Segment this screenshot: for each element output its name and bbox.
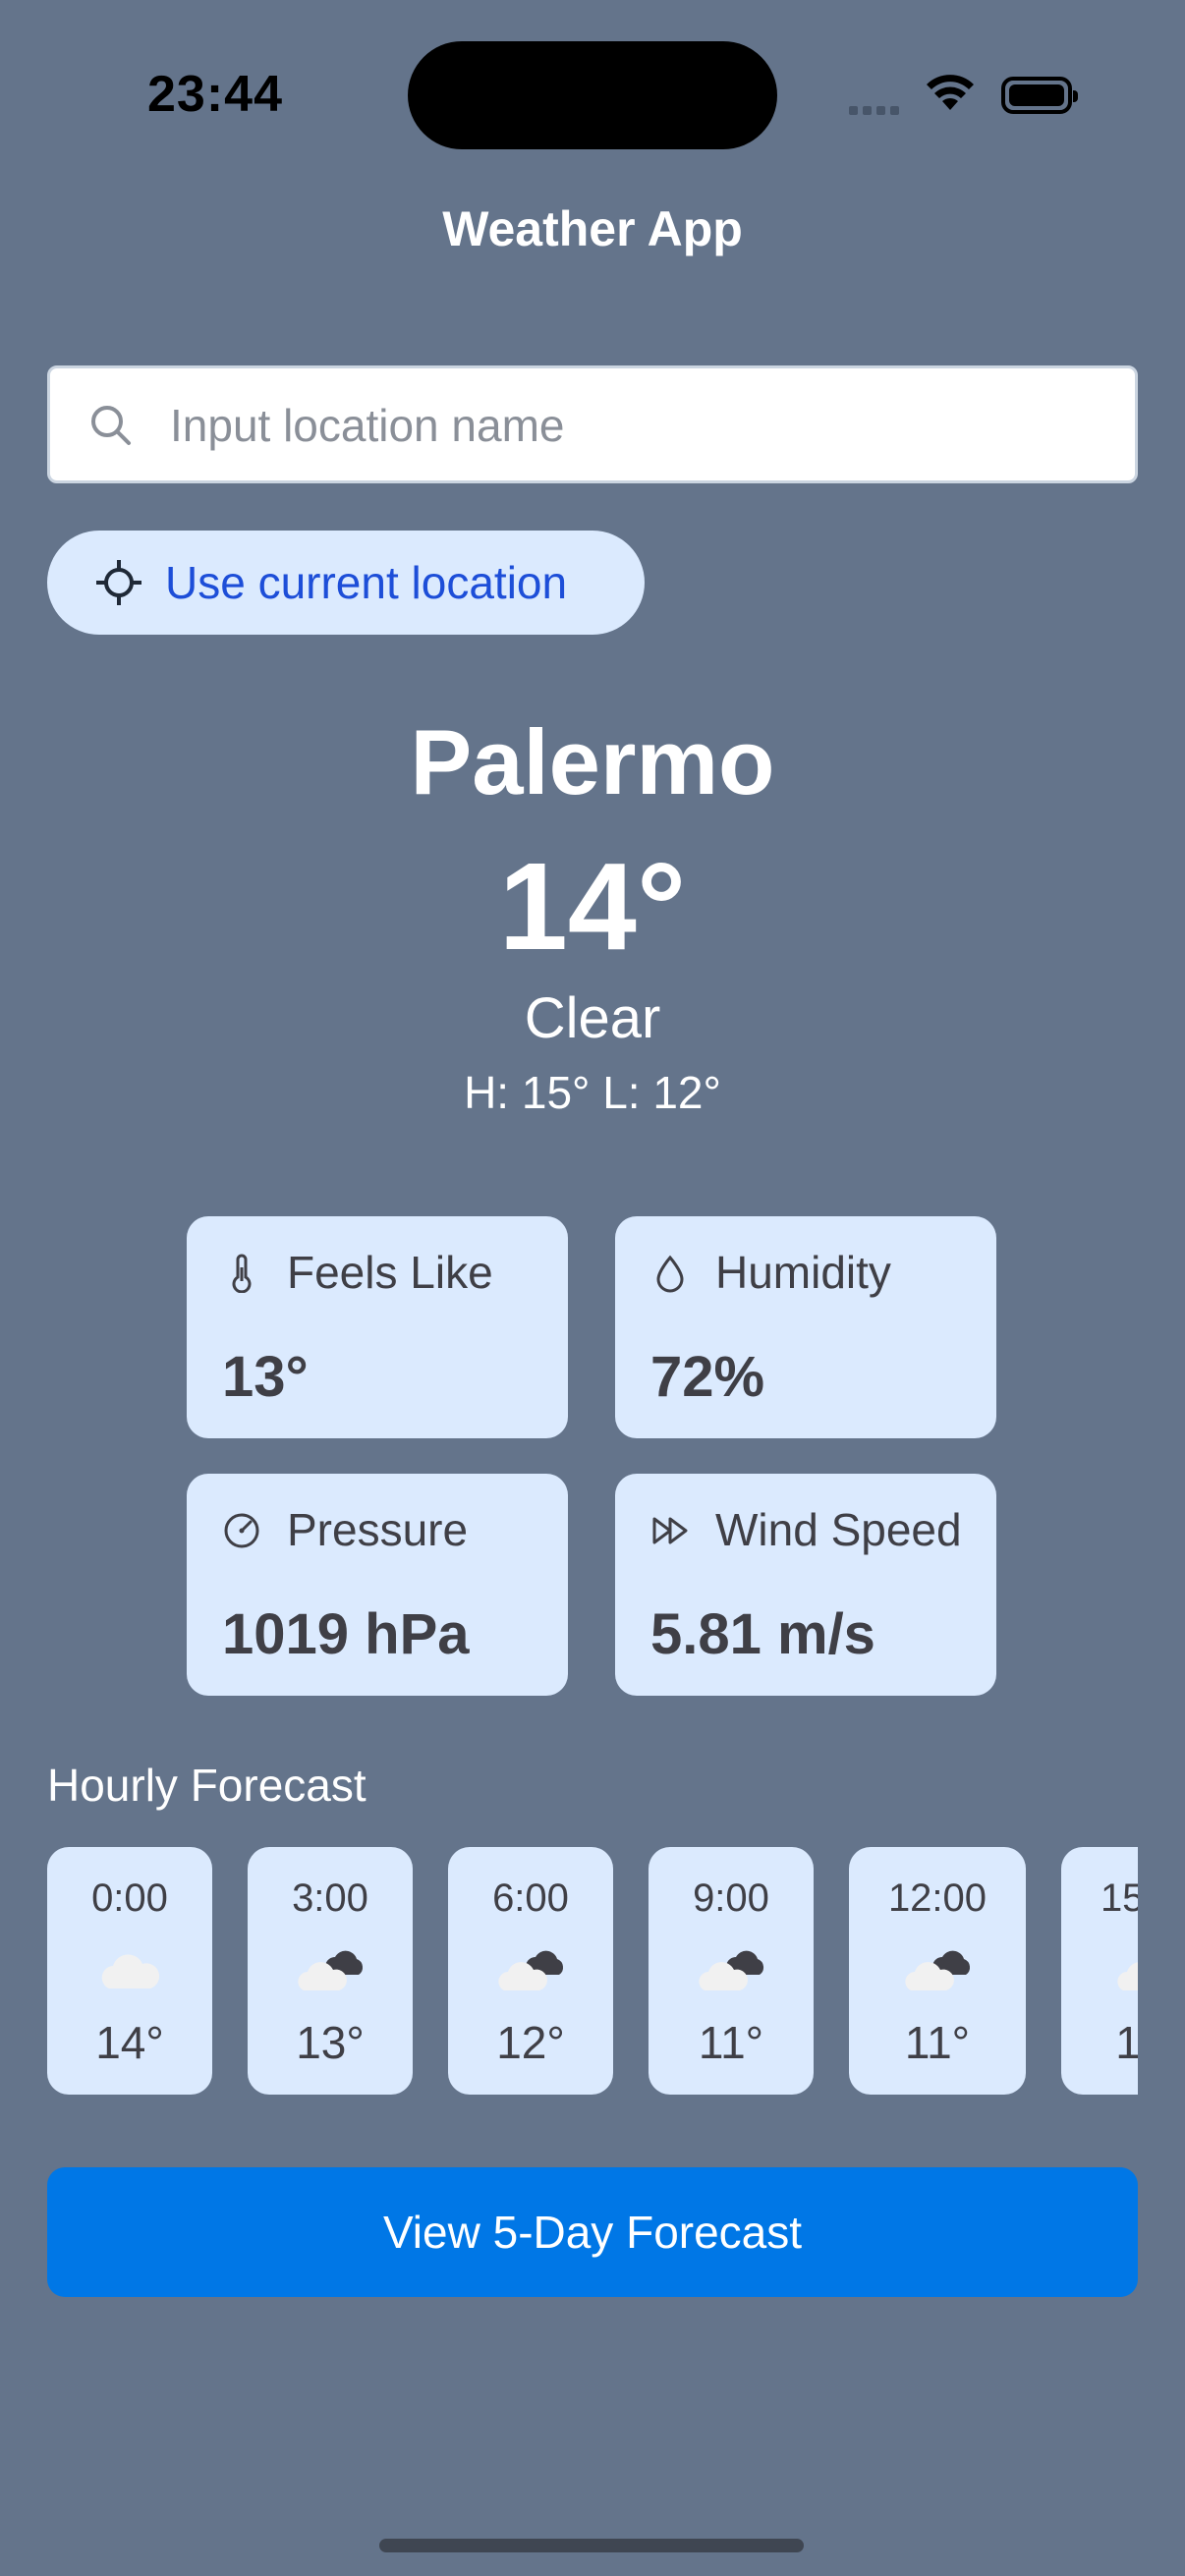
partly-cloudy-night-icon xyxy=(699,1950,764,1990)
hourly-time: 12:00 xyxy=(887,1876,988,1920)
status-time: 23:44 xyxy=(147,66,283,123)
hourly-time: 0:00 xyxy=(91,1876,168,1920)
gauge-icon xyxy=(224,1513,259,1548)
hourly-temp: 11° xyxy=(698,2017,764,2068)
cellular-signal-icon xyxy=(849,102,904,120)
hourly-item: 9:00 11° xyxy=(649,1847,814,2095)
hourly-time: 6:00 xyxy=(492,1876,569,1920)
thermometer-icon xyxy=(232,1254,252,1293)
partly-cloudy-night-icon xyxy=(498,1950,564,1990)
current-temperature: 14° xyxy=(498,837,687,976)
pressure-card: Pressure 1019 hPa xyxy=(187,1474,568,1696)
hourly-temp: 14° xyxy=(95,2017,164,2068)
feels-like-value: 13° xyxy=(222,1345,309,1409)
cloud-icon xyxy=(101,1954,160,1988)
hourly-item: 0:00 14° xyxy=(47,1847,212,2095)
hourly-temp: 11° xyxy=(904,2017,971,2068)
battery-icon xyxy=(1001,77,1078,114)
wind-speed-card: Wind Speed 5.81 m/s xyxy=(615,1474,996,1696)
search-icon xyxy=(91,406,131,445)
humidity-value: 72% xyxy=(650,1345,765,1409)
feels-like-label: Feels Like xyxy=(287,1247,493,1298)
partly-cloudy-night-icon xyxy=(1117,1962,1138,1990)
hourly-item: 12:00 11° xyxy=(849,1847,1026,2095)
use-current-location-label: Use current location xyxy=(165,557,568,608)
use-current-location-button[interactable]: Use current location xyxy=(47,531,645,635)
humidity-card: Humidity 72% xyxy=(615,1216,996,1438)
search-input[interactable] xyxy=(168,368,1115,482)
fast-forward-icon xyxy=(652,1517,688,1544)
pressure-value: 1019 hPa xyxy=(222,1602,470,1666)
hourly-temp: 13° xyxy=(1115,2017,1138,2068)
wind-speed-label: Wind Speed xyxy=(715,1504,962,1555)
humidity-label: Humidity xyxy=(715,1247,891,1298)
view-5-day-forecast-button[interactable]: View 5-Day Forecast xyxy=(47,2167,1138,2297)
weather-condition: Clear xyxy=(524,986,661,1050)
droplet-icon xyxy=(656,1255,684,1293)
city-name: Palermo xyxy=(410,710,775,813)
hourly-item: 15:00 13° xyxy=(1061,1847,1138,2095)
page-title: Weather App xyxy=(442,201,743,256)
hourly-temp: 12° xyxy=(496,2017,565,2068)
partly-cloudy-night-icon xyxy=(298,1950,364,1990)
hourly-time: 9:00 xyxy=(693,1876,769,1920)
hourly-temp: 13° xyxy=(296,2017,365,2068)
high-low-temperature: H: 15° L: 12° xyxy=(464,1067,721,1118)
partly-cloudy-night-icon xyxy=(905,1950,971,1990)
wifi-icon xyxy=(927,75,974,110)
dynamic-island xyxy=(408,41,777,149)
hourly-item: 6:00 12° xyxy=(448,1847,613,2095)
hourly-forecast-scroller[interactable]: 0:00 14° 3:00 13° 6:00 12° 9:00 11° 12:0… xyxy=(47,1847,1138,2099)
hourly-time: 3:00 xyxy=(292,1876,368,1920)
home-indicator[interactable] xyxy=(379,2539,804,2552)
crosshair-icon xyxy=(96,560,141,605)
search-field[interactable] xyxy=(47,365,1138,483)
hourly-forecast-title: Hourly Forecast xyxy=(47,1760,367,1811)
feels-like-card: Feels Like 13° xyxy=(187,1216,568,1438)
hourly-item: 3:00 13° xyxy=(248,1847,413,2095)
pressure-label: Pressure xyxy=(287,1504,469,1555)
wind-speed-value: 5.81 m/s xyxy=(650,1602,875,1666)
hourly-time: 15:00 xyxy=(1100,1876,1138,1920)
